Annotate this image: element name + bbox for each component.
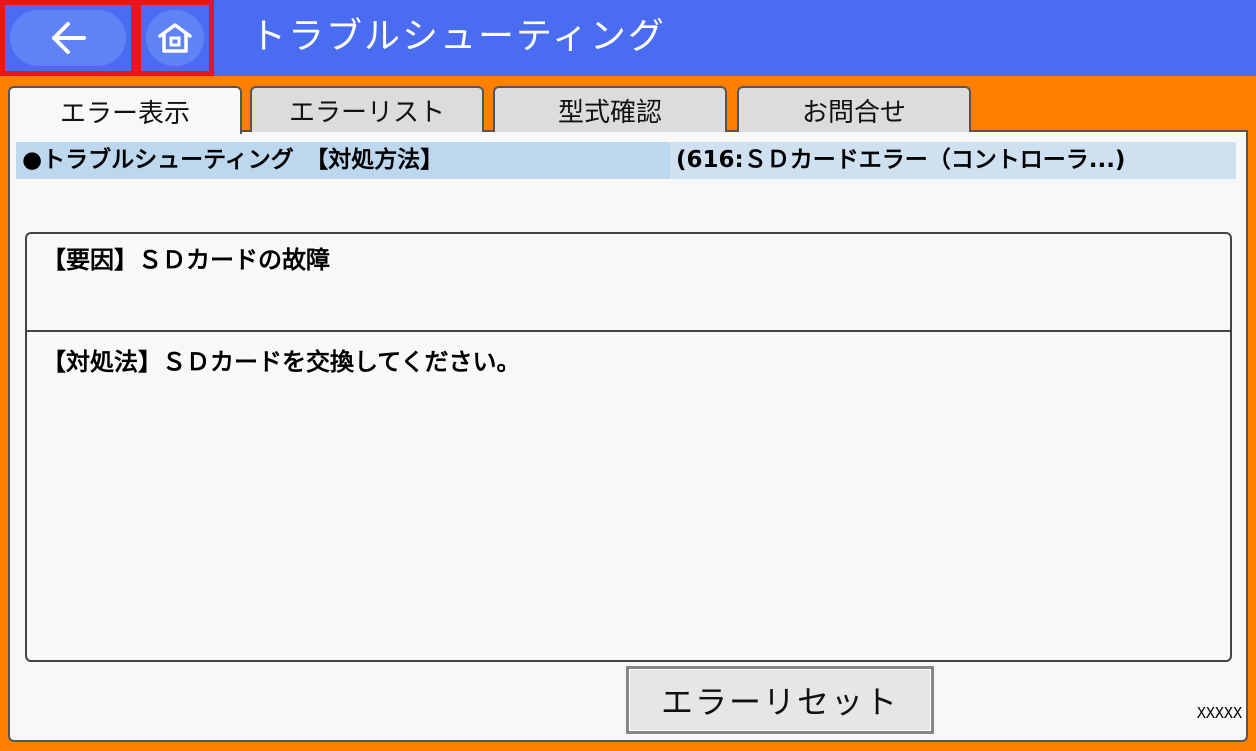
tab-inquiry[interactable]: お問合せ	[737, 86, 971, 132]
info-title: ●トラブルシューティング 【対処方法】	[22, 147, 444, 173]
home-icon	[158, 23, 192, 53]
divider	[27, 330, 1230, 332]
error-code-summary: (616:ＳＤカードエラー（コントローラ...)	[670, 142, 1236, 179]
home-button-pill[interactable]	[146, 10, 204, 66]
error-reset-button[interactable]: エラーリセット	[626, 666, 934, 734]
action-text: 【対処法】ＳＤカードを交換してください。	[42, 348, 521, 376]
detail-box	[25, 232, 1232, 662]
page-title: トラブルシューティング	[250, 16, 666, 57]
screen-code: XXXXX	[1196, 704, 1242, 722]
cause-text: 【要因】ＳＤカードの故障	[42, 246, 330, 274]
back-button[interactable]	[0, 0, 136, 76]
home-button[interactable]	[136, 0, 214, 76]
tab-model-check[interactable]: 型式確認	[493, 86, 727, 132]
tab-error-list[interactable]: エラーリスト	[250, 86, 484, 132]
arrow-left-icon	[52, 22, 86, 54]
back-button-pill[interactable]	[10, 10, 126, 66]
tab-error-display[interactable]: エラー表示	[8, 86, 242, 134]
